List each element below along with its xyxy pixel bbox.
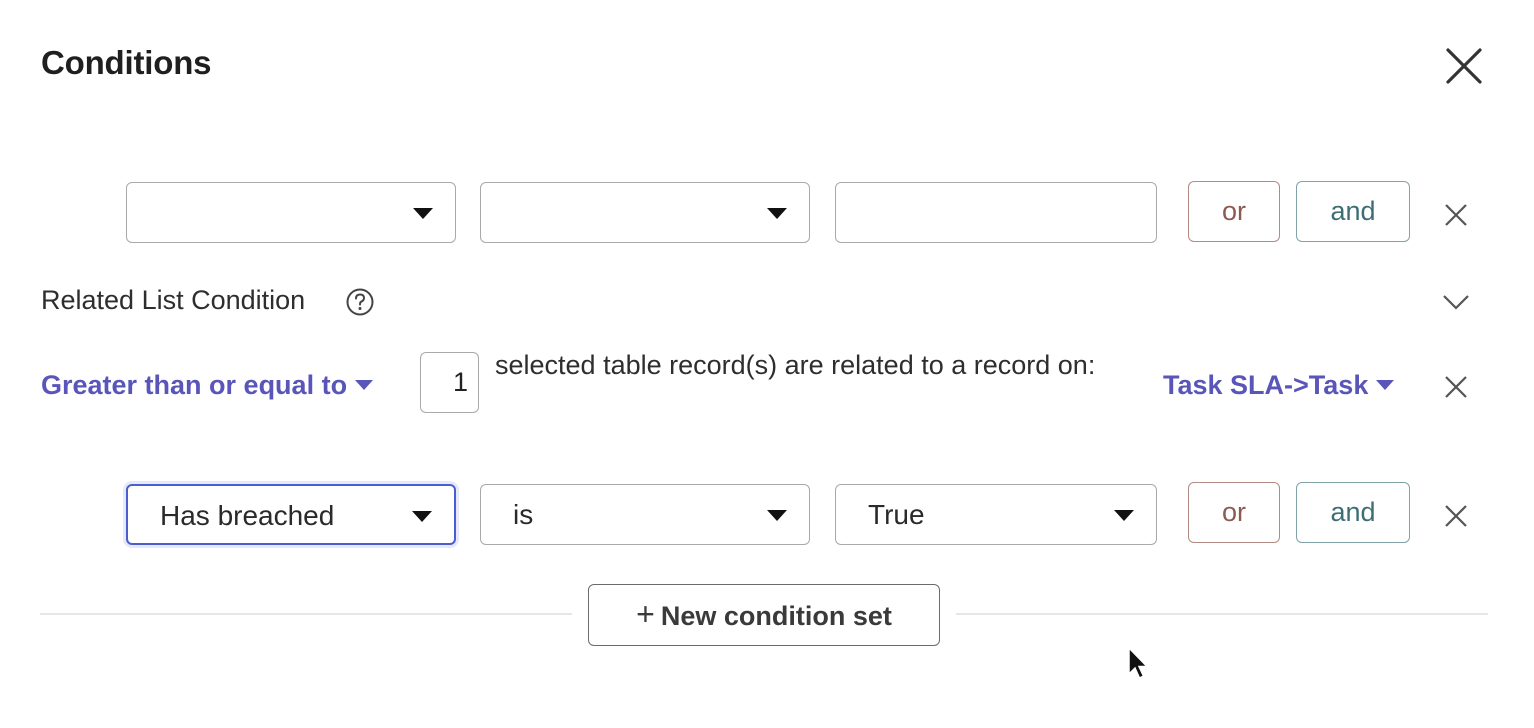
and-button-row1[interactable]: and [1296, 181, 1410, 242]
operator-select-row2[interactable]: is [480, 484, 810, 545]
related-list-condition-label: Related List Condition [41, 285, 306, 315]
chevron-down-icon [1443, 295, 1469, 310]
remove-x-icon [1445, 505, 1467, 527]
field-select-row2[interactable]: Has breached [126, 484, 456, 545]
operator-select-row2-value: is [513, 499, 534, 530]
relationship-dropdown[interactable]: Task SLA->Task [1163, 370, 1395, 401]
field-select-row1[interactable] [126, 182, 456, 243]
help-circle-icon[interactable] [345, 287, 375, 317]
remove-condition-row1-button[interactable] [1441, 200, 1471, 230]
related-records-description: selected table record(s) are related to … [495, 350, 1096, 380]
caret-down-icon [1376, 379, 1395, 390]
close-dialog-button[interactable] [1442, 44, 1486, 88]
caret-down-icon [767, 510, 787, 521]
operator-select-row1[interactable] [480, 182, 810, 243]
plus-icon: + [636, 596, 655, 632]
close-icon [1446, 48, 1482, 84]
value-select-row2-value: True [868, 499, 925, 530]
caret-down-icon [413, 208, 433, 219]
dialog-title: Conditions [41, 44, 212, 81]
divider-left [40, 613, 572, 615]
remove-related-list-button[interactable] [1441, 372, 1471, 402]
caret-down-icon [767, 208, 787, 219]
or-button-row2[interactable]: or [1188, 482, 1280, 543]
remove-x-icon [1445, 204, 1467, 226]
quantifier-dropdown[interactable]: Greater than or equal to [41, 370, 374, 401]
collapse-related-list-button[interactable] [1440, 290, 1472, 314]
caret-down-icon [1114, 510, 1134, 521]
remove-condition-row2-button[interactable] [1441, 501, 1471, 531]
and-button-row2[interactable]: and [1296, 482, 1410, 543]
field-select-row2-value: Has breached [160, 500, 335, 531]
or-button-row1[interactable]: or [1188, 181, 1280, 242]
value-input-row1[interactable] [835, 182, 1157, 243]
caret-down-icon [412, 511, 432, 522]
divider-right [956, 613, 1488, 615]
value-select-row2[interactable]: True [835, 484, 1157, 545]
record-count-input[interactable]: 1 [420, 352, 479, 413]
quantifier-dropdown-label: Greater than or equal to [41, 370, 348, 400]
caret-down-icon [355, 379, 374, 390]
remove-x-icon [1445, 376, 1467, 398]
relationship-dropdown-label: Task SLA->Task [1163, 370, 1369, 400]
mouse-cursor-icon [1127, 646, 1149, 682]
new-condition-set-label: New condition set [660, 601, 892, 631]
new-condition-set-button[interactable]: + New condition set [588, 584, 940, 646]
